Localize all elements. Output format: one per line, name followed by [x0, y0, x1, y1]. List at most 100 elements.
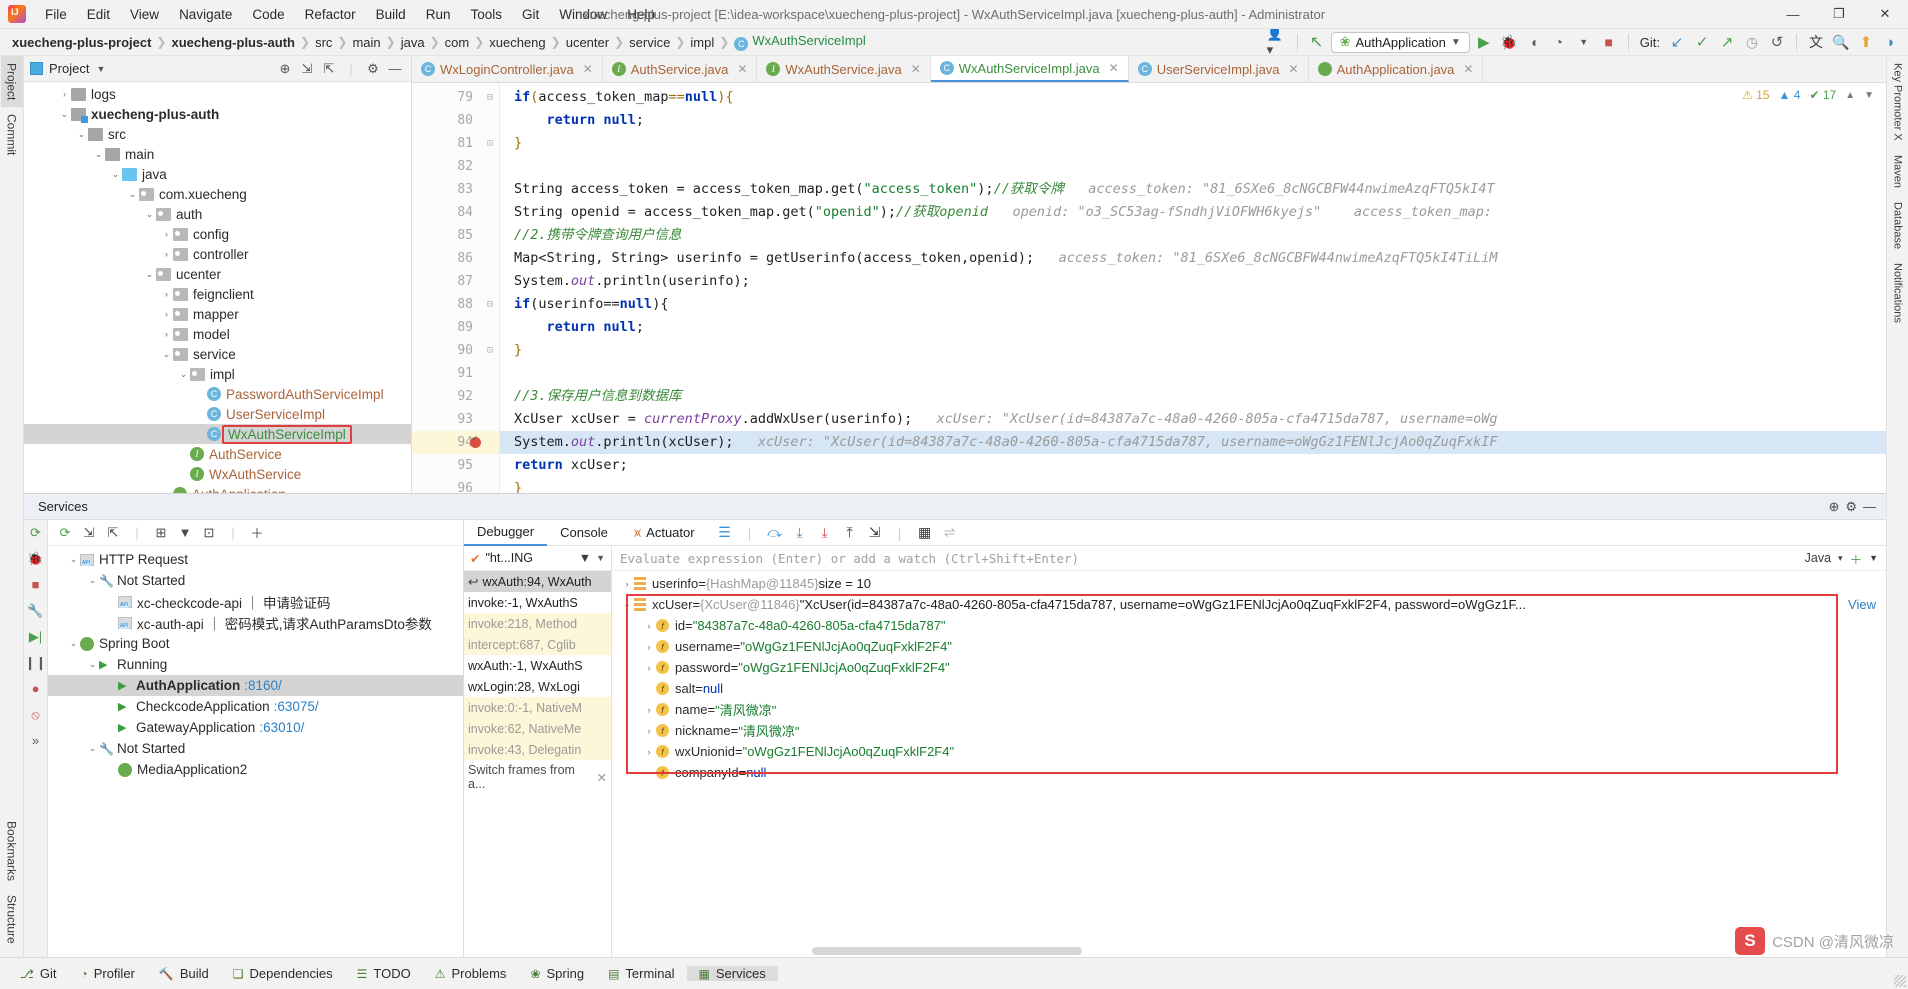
back-icon[interactable]: ↖	[1306, 32, 1328, 53]
stack-frame[interactable]: invoke:-1, WxAuthS	[464, 592, 611, 613]
settings-icon[interactable]: ⇌	[939, 522, 961, 543]
menu-item-edit[interactable]: Edit	[77, 4, 120, 25]
tab-debugger[interactable]: Debugger	[464, 520, 548, 546]
mute-breakpoints-icon[interactable]: ⦸	[27, 706, 44, 723]
close-icon[interactable]: ✕	[1289, 62, 1299, 76]
record-icon[interactable]: ●	[27, 680, 44, 697]
expand-all-icon[interactable]: ⇲	[78, 523, 100, 543]
chevron-down-icon[interactable]: ⌄	[86, 743, 99, 754]
stack-frame[interactable]: invoke:43, Delegatin	[464, 739, 611, 760]
code-line[interactable]: String access_token = access_token_map.g…	[500, 178, 1908, 201]
code-line[interactable]: }	[500, 477, 1908, 493]
code-line[interactable]: //3.保存用户信息到数据库	[500, 385, 1908, 408]
hide-icon[interactable]: —	[385, 59, 405, 79]
project-tree-item[interactable]: › model	[24, 324, 411, 344]
services-tree-item[interactable]: ⌄ HTTP Request	[48, 549, 463, 570]
menu-item-help[interactable]: Help	[617, 4, 665, 25]
step-into-icon[interactable]: ⤓	[789, 522, 811, 543]
close-icon[interactable]: ✕	[583, 62, 593, 76]
code-line[interactable]: }	[500, 132, 1908, 155]
rerun-icon[interactable]: ⟳	[27, 524, 44, 541]
status-bar-profiler[interactable]: ◔ Profiler	[68, 966, 146, 981]
frames-list[interactable]: ↩ wxAuth:94, WxAuth invoke:-1, WxAuthS invo…	[464, 571, 611, 760]
rollback-icon[interactable]: ↺	[1766, 32, 1788, 53]
breadcrumb-item[interactable]: main	[348, 34, 384, 51]
code-line[interactable]: }	[500, 339, 1908, 362]
hide-icon[interactable]: —	[1863, 499, 1876, 514]
services-tree-item[interactable]: ⌄ 🔧 Not Started	[48, 738, 463, 759]
settings-wrench-icon[interactable]: 🔧	[27, 602, 44, 619]
filter-icon[interactable]: ▼	[174, 523, 196, 543]
force-step-into-icon[interactable]: ⤓	[814, 522, 836, 543]
collapse-all-icon[interactable]: ⇱	[102, 523, 124, 543]
project-tree-item[interactable]: › mapper	[24, 304, 411, 324]
menu-item-navigate[interactable]: Navigate	[169, 4, 242, 25]
breadcrumb-item[interactable]: com	[441, 34, 474, 51]
fold-icon[interactable]: ⊡	[487, 345, 493, 356]
breadcrumb-item[interactable]: xuecheng-plus-project	[8, 34, 155, 51]
stack-frame[interactable]: invoke:62, NativeMe	[464, 718, 611, 739]
variable-row[interactable]: ⌄ xcUser = {XcUser@11846} "XcUser(id=8438…	[612, 594, 1886, 615]
status-bar-build[interactable]: 🔨 Build	[147, 966, 221, 981]
status-bar-spring[interactable]: ❀ Spring	[518, 966, 596, 981]
variable-row[interactable]: › f wxUnionid = "oWgGz1FENlJcjAo0qZuqFxklF…	[612, 741, 1886, 762]
menu-item-run[interactable]: Run	[416, 4, 461, 25]
services-tree-item[interactable]: ▶ GatewayApplication:63010/	[48, 717, 463, 738]
push-icon[interactable]: ↗	[1716, 32, 1738, 53]
chevron-right-icon[interactable]: ›	[160, 329, 173, 339]
project-tree-item[interactable]: ⌄ src	[24, 124, 411, 144]
menu-item-window[interactable]: Window	[549, 4, 617, 25]
gutter-line[interactable]: 90 ⊡	[412, 339, 499, 362]
variable-row[interactable]: › f password = "oWgGz1FENlJcjAo0qZuqFxklF2…	[612, 657, 1886, 678]
step-out-icon[interactable]: ⤒	[839, 522, 861, 543]
breadcrumb[interactable]: xuecheng-plus-project ❯ xuecheng-plus-auth…	[8, 32, 870, 52]
services-tab-title[interactable]: Services	[24, 494, 102, 520]
services-tree[interactable]: ⌄HTTP Request⌄🔧Not Startedxc-checkcode-a…	[48, 546, 463, 780]
gutter-line[interactable]: 89	[412, 316, 499, 339]
gutter-line[interactable]: 91	[412, 362, 499, 385]
gutter-line[interactable]: 79 ⊟	[412, 86, 499, 109]
chevron-down-icon[interactable]: ⌄	[620, 599, 634, 610]
chevron-right-icon[interactable]: ›	[642, 642, 656, 652]
editor-tab[interactable]: C WxLoginController.java ✕	[412, 56, 603, 82]
project-tree-item[interactable]: C WxAuthServiceImpl	[24, 424, 411, 444]
chevron-down-icon[interactable]: ⌄	[143, 269, 156, 280]
close-icon[interactable]: ✕	[911, 62, 921, 76]
editor-tab[interactable]: C WxAuthServiceImpl.java ✕	[930, 56, 1129, 82]
tab-console[interactable]: Console	[547, 520, 621, 546]
chevron-right-icon[interactable]: ›	[642, 705, 656, 715]
rail-button-commit[interactable]: Commit	[1, 107, 23, 162]
chevron-down-icon[interactable]: ⌄	[92, 149, 105, 160]
chevron-down-icon[interactable]: ⌄	[67, 638, 80, 649]
close-icon[interactable]: ✕	[1463, 62, 1473, 76]
rerun-icon[interactable]: ⟳	[54, 523, 76, 543]
chevron-down-icon[interactable]: ⌄	[86, 659, 99, 670]
fold-icon[interactable]: ⊡	[487, 138, 493, 149]
menu-item-view[interactable]: View	[120, 4, 169, 25]
service-port-link[interactable]: :63010/	[259, 720, 304, 735]
project-tree-item[interactable]: › controller	[24, 244, 411, 264]
gutter-line[interactable]: 82	[412, 155, 499, 178]
gutter-line[interactable]: 87	[412, 270, 499, 293]
run-icon[interactable]: ▶|	[27, 628, 44, 645]
variable-row[interactable]: f salt = null	[612, 678, 1886, 699]
chevron-right-icon[interactable]: ›	[642, 663, 656, 673]
stack-frame[interactable]: wxLogin:28, WxLogi	[464, 676, 611, 697]
collapse-all-icon[interactable]: ⇱	[319, 59, 339, 79]
editor-tab[interactable]: I WxAuthService.java ✕	[757, 56, 931, 82]
status-bar-todo[interactable]: ☰ TODO	[345, 966, 423, 981]
variable-row[interactable]: › f name = "清风微凉"	[612, 699, 1886, 720]
code-line[interactable]: String openid = access_token_map.get("op…	[500, 201, 1908, 224]
chevron-down-icon[interactable]: ⌄	[160, 349, 173, 360]
chevron-right-icon[interactable]: ›	[160, 249, 173, 259]
breadcrumb-item[interactable]: xuecheng	[485, 34, 549, 51]
editor-tab[interactable]: AuthApplication.java ✕	[1309, 56, 1484, 82]
code-line[interactable]: System.out.println(userinfo);	[500, 270, 1908, 293]
inspection-widget[interactable]: ⚠ 15 ▲ 4 ✔ 17 ▲ ▼	[1742, 88, 1874, 102]
chevron-right-icon[interactable]: ›	[160, 309, 173, 319]
stack-frame[interactable]: intercept:687, Cglib	[464, 634, 611, 655]
stack-frame[interactable]: wxAuth:-1, WxAuthS	[464, 655, 611, 676]
minimize-button[interactable]: —	[1770, 0, 1816, 29]
chevron-right-icon[interactable]: ›	[160, 229, 173, 239]
code-line[interactable]: //2.携带令牌查询用户信息	[500, 224, 1908, 247]
